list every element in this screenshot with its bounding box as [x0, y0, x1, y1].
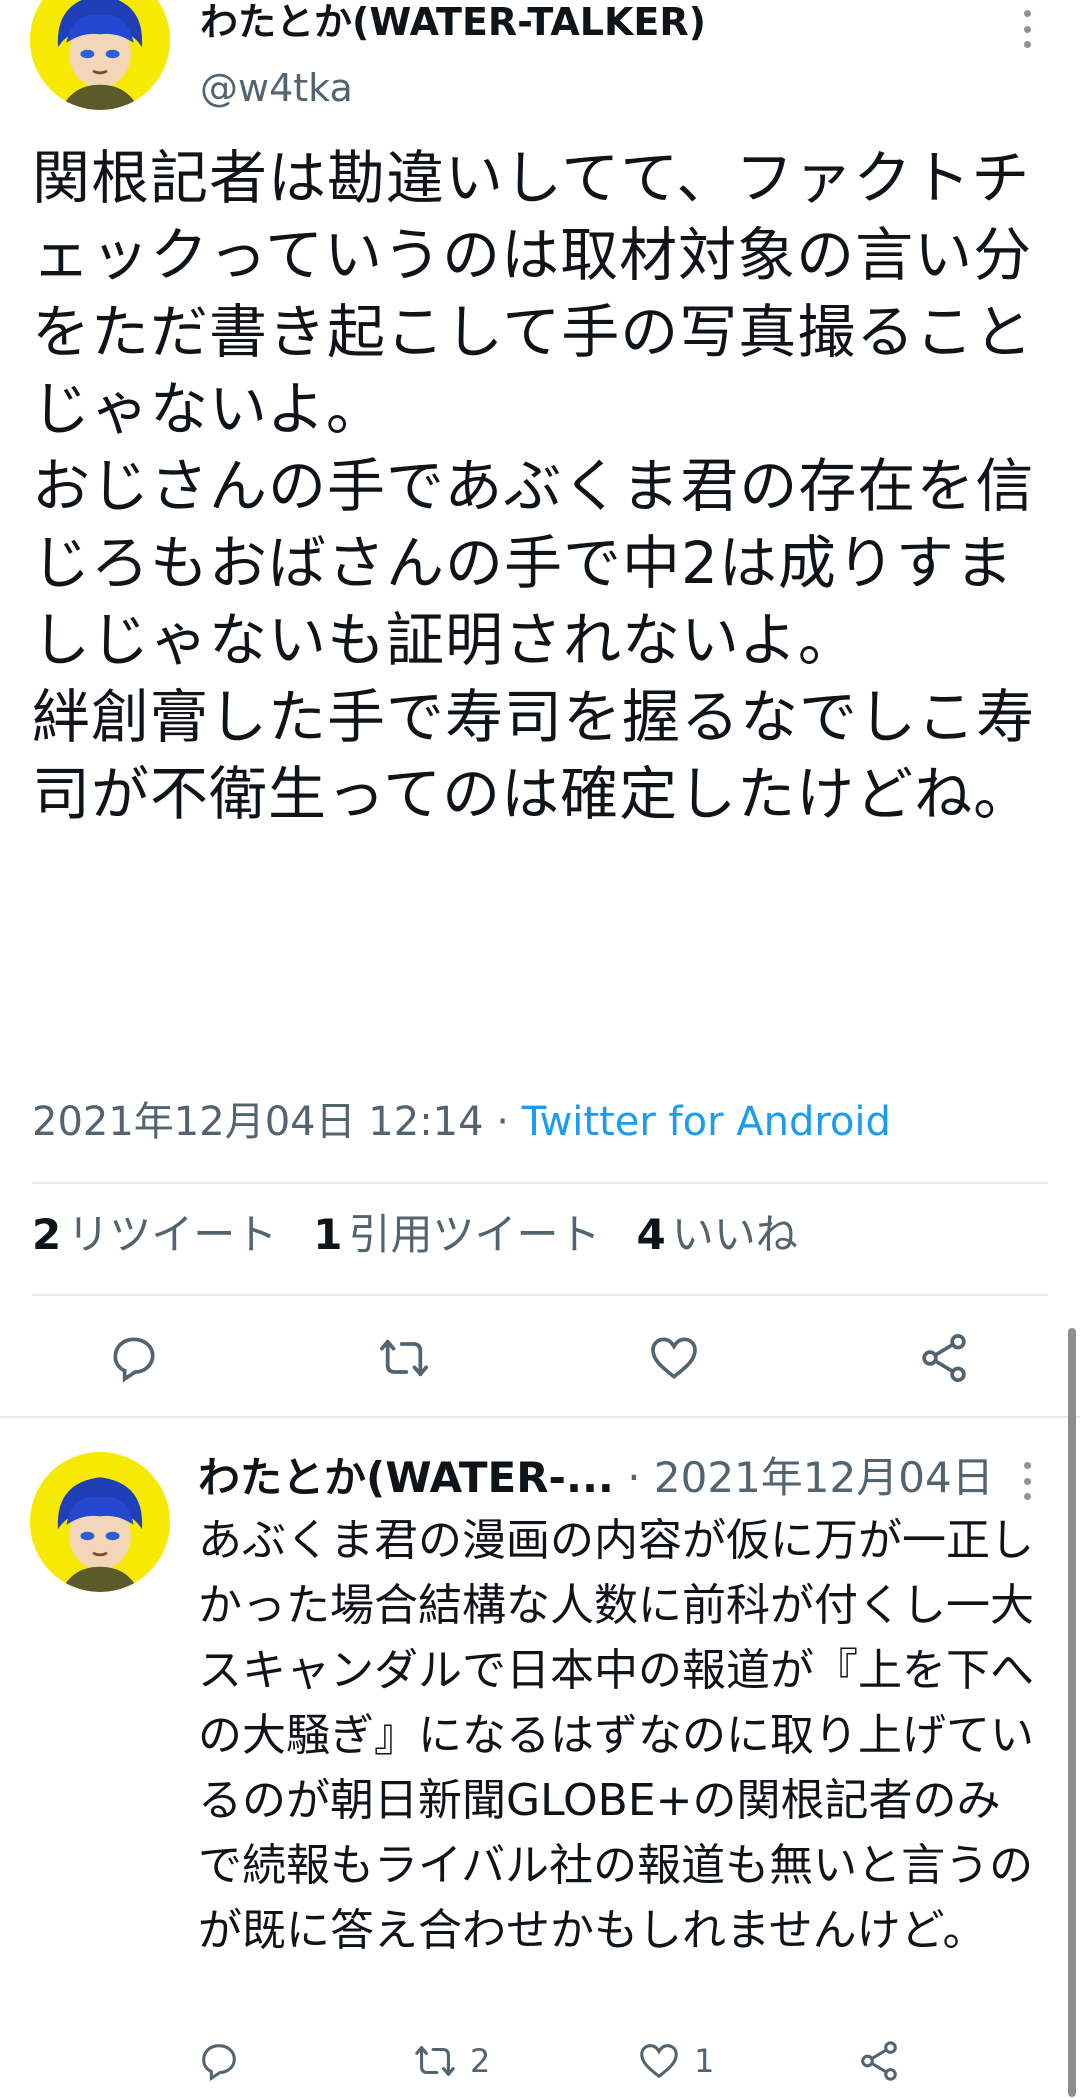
reply-tweet[interactable]: わたとか(WATER-... · 2021年12月04日 あぶくま君の漫画の内容… — [0, 1418, 1080, 2098]
reply-text: あぶくま君の漫画の内容が仮に万が一正しかった場合結構な人数に前科が付くし一大スキ… — [198, 1515, 1034, 1956]
tweet-timestamp[interactable]: 2021年12月04日 12:14 — [32, 1099, 484, 1145]
likes-label: いいね — [671, 1210, 798, 1259]
quotes-stat[interactable]: 1 引用ツイート — [313, 1210, 600, 1260]
avatar-illustration-icon — [30, 0, 170, 110]
like-count: 1 — [694, 2042, 715, 2080]
reply-date[interactable]: 2021年12月04日 — [654, 1453, 994, 1502]
retweet-count: 2 — [470, 2042, 491, 2080]
tweet-metadata: 2021年12月04日 12:14 · Twitter for Android — [32, 1098, 891, 1146]
divider — [32, 1182, 1048, 1184]
divider — [32, 1294, 1048, 1296]
likes-stat[interactable]: 4 いいね — [637, 1210, 798, 1260]
retweets-label: リツイート — [67, 1210, 278, 1259]
reply-icon[interactable] — [196, 2038, 242, 2084]
more-options-icon[interactable] — [1012, 1456, 1042, 1506]
reply-icon[interactable] — [106, 1330, 162, 1386]
display-name[interactable]: わたとか(WATER-TALKER) — [200, 0, 706, 44]
share-icon[interactable] — [916, 1330, 972, 1386]
retweet-icon — [415, 2046, 455, 2076]
metadata-separator: · — [483, 1099, 522, 1145]
retweet-button[interactable]: 2 — [412, 2038, 490, 2084]
retweets-stat[interactable]: 2 リツイート — [32, 1210, 277, 1260]
like-icon — [640, 2044, 678, 2079]
quotes-label: 引用ツイート — [348, 1210, 601, 1259]
share-icon[interactable] — [856, 2038, 902, 2084]
reply-action-bar: 2 1 — [0, 2038, 1080, 2088]
tweet-text: 関根記者は勘違いしてて、ファクトチェックっていうのは取材対象の言い分をただ書き起… — [32, 144, 1036, 828]
user-handle[interactable]: @w4tka — [200, 66, 353, 110]
likes-count: 4 — [636, 1210, 666, 1259]
like-icon[interactable] — [646, 1330, 702, 1386]
retweet-icon[interactable] — [376, 1330, 432, 1386]
client-link[interactable]: Twitter for Android — [522, 1099, 891, 1145]
reply-display-name[interactable]: わたとか(WATER-... — [198, 1453, 614, 1502]
reply-separator: · — [613, 1453, 654, 1502]
quotes-count: 1 — [313, 1210, 343, 1259]
more-options-icon[interactable] — [1012, 4, 1042, 54]
scrollbar[interactable] — [1068, 1328, 1076, 2097]
like-button[interactable]: 1 — [636, 2038, 714, 2084]
retweets-count: 2 — [32, 1210, 62, 1259]
avatar[interactable] — [30, 1452, 170, 1592]
avatar-illustration-icon — [30, 1452, 170, 1592]
avatar[interactable] — [30, 0, 170, 110]
tweet-action-bar — [0, 1330, 1080, 1390]
engagement-stats: 2 リツイート 1 引用ツイート 4 いいね — [32, 1210, 798, 1260]
reply-header: わたとか(WATER-... · 2021年12月04日 — [198, 1448, 994, 1508]
